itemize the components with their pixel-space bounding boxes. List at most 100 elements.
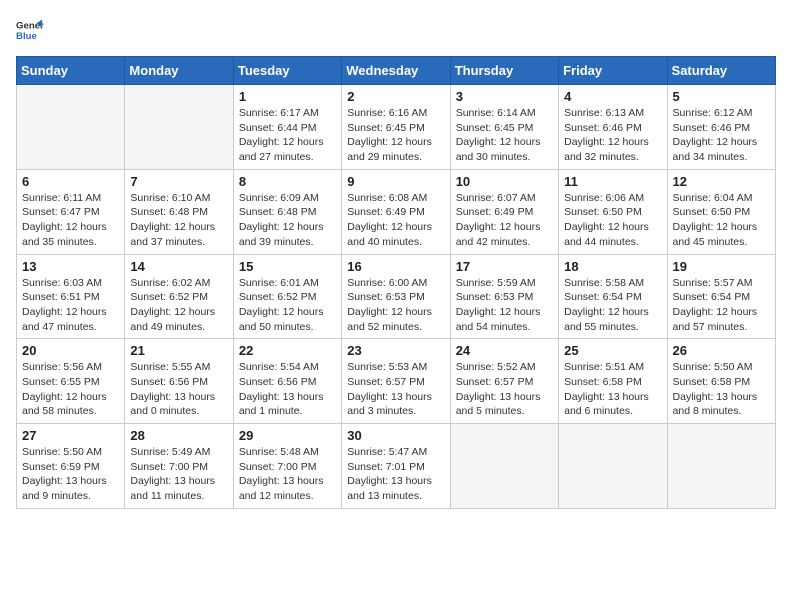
calendar-cell: 29Sunrise: 5:48 AM Sunset: 7:00 PM Dayli… — [233, 424, 341, 509]
calendar-cell: 9 Sunrise: 6:08 AM Sunset: 6:49 PM Daylig… — [342, 169, 450, 254]
day-detail: Sunrise: 6:17 AM Sunset: 6:44 PM Dayligh… — [239, 106, 336, 165]
calendar-cell: 20 Sunrise: 5:56 AM Sunset: 6:55 PM Dayli… — [17, 339, 125, 424]
day-detail: Sunrise: 6:14 AM Sunset: 6:45 PM Dayligh… — [456, 106, 553, 165]
day-detail: Sunrise: 6:01 AM Sunset: 6:52 PM Dayligh… — [239, 276, 336, 335]
calendar-day-header: Friday — [559, 57, 667, 85]
calendar-header-row: SundayMondayTuesdayWednesdayThursdayFrid… — [17, 57, 776, 85]
calendar-cell — [125, 85, 233, 170]
day-number: 4 — [564, 89, 661, 104]
calendar-week-row: 13 Sunrise: 6:03 AM Sunset: 6:51 PM Dayli… — [17, 254, 776, 339]
day-number: 28 — [130, 428, 227, 443]
logo: General Blue — [16, 16, 44, 44]
day-detail: Sunrise: 6:07 AM Sunset: 6:49 PM Dayligh… — [456, 191, 553, 250]
calendar-cell: 15 Sunrise: 6:01 AM Sunset: 6:52 PM Dayli… — [233, 254, 341, 339]
calendar-cell: 18 Sunrise: 5:58 AM Sunset: 6:54 PM Dayli… — [559, 254, 667, 339]
calendar-cell: 10 Sunrise: 6:07 AM Sunset: 6:49 PM Dayli… — [450, 169, 558, 254]
day-detail: Sunrise: 5:50 AM Sunset: 6:59 PM Dayligh… — [22, 445, 119, 504]
day-number: 30 — [347, 428, 444, 443]
day-detail: Sunrise: 5:49 AM Sunset: 7:00 PM Dayligh… — [130, 445, 227, 504]
calendar-cell: 24 Sunrise: 5:52 AM Sunset: 6:57 PM Dayli… — [450, 339, 558, 424]
day-detail: Sunrise: 5:50 AM Sunset: 6:58 PM Dayligh… — [673, 360, 770, 419]
page-header: General Blue — [16, 16, 776, 44]
day-number: 21 — [130, 343, 227, 358]
calendar-cell: 4Sunrise: 6:13 AM Sunset: 6:46 PM Daylig… — [559, 85, 667, 170]
day-detail: Sunrise: 6:00 AM Sunset: 6:53 PM Dayligh… — [347, 276, 444, 335]
calendar-cell: 16 Sunrise: 6:00 AM Sunset: 6:53 PM Dayli… — [342, 254, 450, 339]
day-number: 24 — [456, 343, 553, 358]
calendar-cell: 21 Sunrise: 5:55 AM Sunset: 6:56 PM Dayli… — [125, 339, 233, 424]
day-number: 23 — [347, 343, 444, 358]
calendar-cell: 12 Sunrise: 6:04 AM Sunset: 6:50 PM Dayli… — [667, 169, 775, 254]
day-detail: Sunrise: 6:04 AM Sunset: 6:50 PM Dayligh… — [673, 191, 770, 250]
day-detail: Sunrise: 6:08 AM Sunset: 6:49 PM Dayligh… — [347, 191, 444, 250]
calendar-cell: 23Sunrise: 5:53 AM Sunset: 6:57 PM Dayli… — [342, 339, 450, 424]
calendar-day-header: Thursday — [450, 57, 558, 85]
day-detail: Sunrise: 5:51 AM Sunset: 6:58 PM Dayligh… — [564, 360, 661, 419]
calendar-cell: 19Sunrise: 5:57 AM Sunset: 6:54 PM Dayli… — [667, 254, 775, 339]
day-number: 14 — [130, 259, 227, 274]
day-number: 20 — [22, 343, 119, 358]
day-detail: Sunrise: 5:58 AM Sunset: 6:54 PM Dayligh… — [564, 276, 661, 335]
calendar-cell — [667, 424, 775, 509]
day-detail: Sunrise: 6:10 AM Sunset: 6:48 PM Dayligh… — [130, 191, 227, 250]
day-number: 26 — [673, 343, 770, 358]
calendar-week-row: 20 Sunrise: 5:56 AM Sunset: 6:55 PM Dayli… — [17, 339, 776, 424]
day-detail: Sunrise: 5:54 AM Sunset: 6:56 PM Dayligh… — [239, 360, 336, 419]
calendar-cell: 2 Sunrise: 6:16 AM Sunset: 6:45 PM Daylig… — [342, 85, 450, 170]
day-detail: Sunrise: 6:06 AM Sunset: 6:50 PM Dayligh… — [564, 191, 661, 250]
calendar-day-header: Saturday — [667, 57, 775, 85]
day-number: 6 — [22, 174, 119, 189]
day-detail: Sunrise: 6:16 AM Sunset: 6:45 PM Dayligh… — [347, 106, 444, 165]
day-detail: Sunrise: 6:02 AM Sunset: 6:52 PM Dayligh… — [130, 276, 227, 335]
calendar-cell — [559, 424, 667, 509]
day-number: 2 — [347, 89, 444, 104]
calendar-cell: 27Sunrise: 5:50 AM Sunset: 6:59 PM Dayli… — [17, 424, 125, 509]
day-number: 29 — [239, 428, 336, 443]
day-detail: Sunrise: 6:09 AM Sunset: 6:48 PM Dayligh… — [239, 191, 336, 250]
day-number: 8 — [239, 174, 336, 189]
day-number: 17 — [456, 259, 553, 274]
day-number: 9 — [347, 174, 444, 189]
day-number: 11 — [564, 174, 661, 189]
day-detail: Sunrise: 5:55 AM Sunset: 6:56 PM Dayligh… — [130, 360, 227, 419]
calendar-cell: 22 Sunrise: 5:54 AM Sunset: 6:56 PM Dayli… — [233, 339, 341, 424]
calendar-cell: 28 Sunrise: 5:49 AM Sunset: 7:00 PM Dayli… — [125, 424, 233, 509]
day-number: 18 — [564, 259, 661, 274]
day-number: 16 — [347, 259, 444, 274]
calendar-cell: 14 Sunrise: 6:02 AM Sunset: 6:52 PM Dayli… — [125, 254, 233, 339]
day-detail: Sunrise: 5:52 AM Sunset: 6:57 PM Dayligh… — [456, 360, 553, 419]
day-number: 22 — [239, 343, 336, 358]
day-number: 12 — [673, 174, 770, 189]
calendar-cell: 17 Sunrise: 5:59 AM Sunset: 6:53 PM Dayli… — [450, 254, 558, 339]
day-detail: Sunrise: 5:59 AM Sunset: 6:53 PM Dayligh… — [456, 276, 553, 335]
calendar-cell: 30 Sunrise: 5:47 AM Sunset: 7:01 PM Dayli… — [342, 424, 450, 509]
calendar-cell: 8 Sunrise: 6:09 AM Sunset: 6:48 PM Daylig… — [233, 169, 341, 254]
calendar-week-row: 27Sunrise: 5:50 AM Sunset: 6:59 PM Dayli… — [17, 424, 776, 509]
calendar-cell: 5Sunrise: 6:12 AM Sunset: 6:46 PM Daylig… — [667, 85, 775, 170]
day-detail: Sunrise: 5:56 AM Sunset: 6:55 PM Dayligh… — [22, 360, 119, 419]
calendar-day-header: Monday — [125, 57, 233, 85]
day-number: 10 — [456, 174, 553, 189]
calendar-cell — [17, 85, 125, 170]
calendar-cell: 25 Sunrise: 5:51 AM Sunset: 6:58 PM Dayli… — [559, 339, 667, 424]
calendar-cell — [450, 424, 558, 509]
day-number: 13 — [22, 259, 119, 274]
calendar-week-row: 6 Sunrise: 6:11 AM Sunset: 6:47 PM Daylig… — [17, 169, 776, 254]
day-detail: Sunrise: 6:11 AM Sunset: 6:47 PM Dayligh… — [22, 191, 119, 250]
calendar-table: SundayMondayTuesdayWednesdayThursdayFrid… — [16, 56, 776, 509]
calendar-week-row: 1 Sunrise: 6:17 AM Sunset: 6:44 PM Daylig… — [17, 85, 776, 170]
day-number: 15 — [239, 259, 336, 274]
calendar-cell: 26 Sunrise: 5:50 AM Sunset: 6:58 PM Dayli… — [667, 339, 775, 424]
svg-text:Blue: Blue — [16, 31, 37, 42]
day-detail: Sunrise: 5:57 AM Sunset: 6:54 PM Dayligh… — [673, 276, 770, 335]
day-number: 1 — [239, 89, 336, 104]
day-number: 25 — [564, 343, 661, 358]
day-detail: Sunrise: 6:03 AM Sunset: 6:51 PM Dayligh… — [22, 276, 119, 335]
calendar-day-header: Wednesday — [342, 57, 450, 85]
day-detail: Sunrise: 5:47 AM Sunset: 7:01 PM Dayligh… — [347, 445, 444, 504]
calendar-cell: 6 Sunrise: 6:11 AM Sunset: 6:47 PM Daylig… — [17, 169, 125, 254]
day-number: 3 — [456, 89, 553, 104]
calendar-day-header: Tuesday — [233, 57, 341, 85]
day-detail: Sunrise: 6:12 AM Sunset: 6:46 PM Dayligh… — [673, 106, 770, 165]
day-number: 7 — [130, 174, 227, 189]
